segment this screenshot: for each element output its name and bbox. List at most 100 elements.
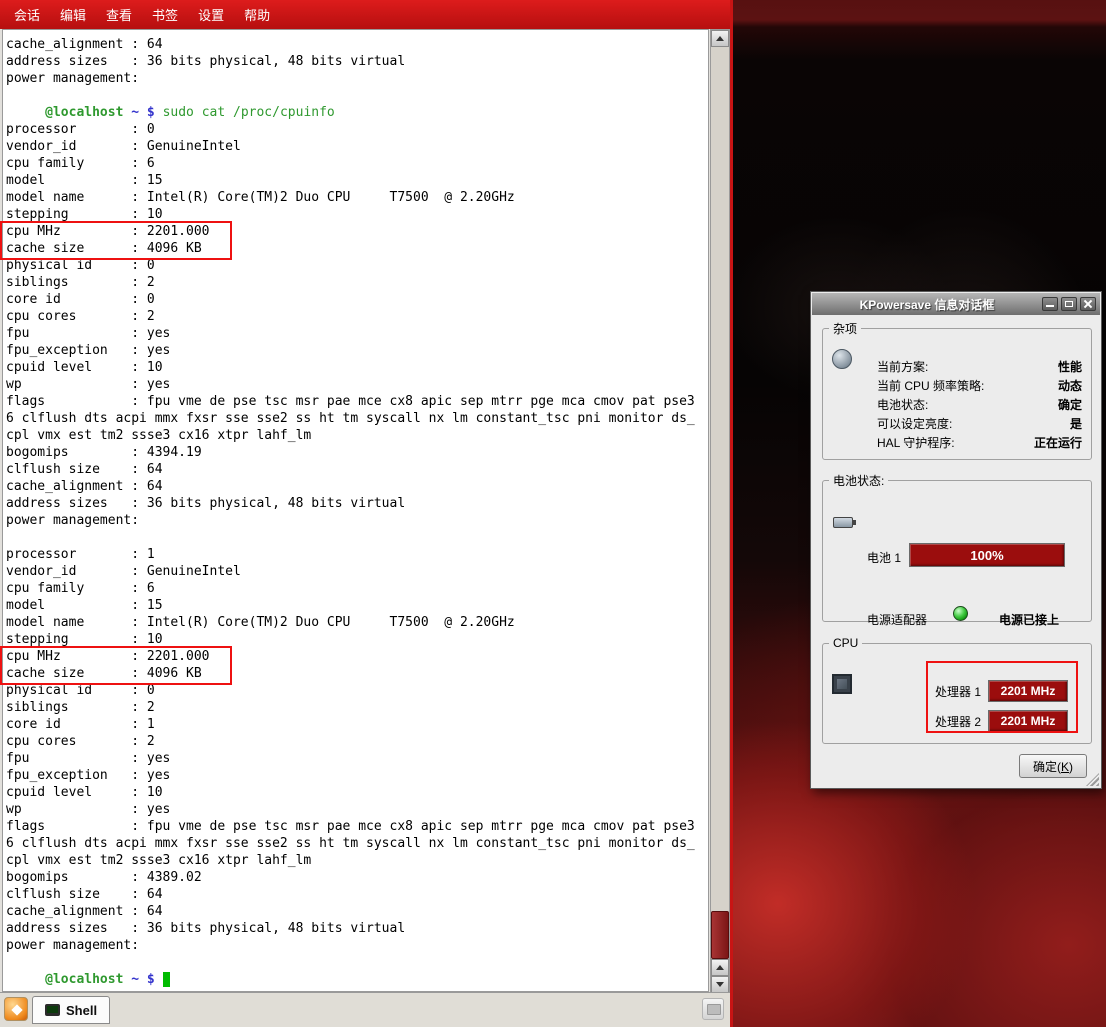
terminal-line: stepping : 10 [6,206,695,223]
new-session-button[interactable] [4,997,28,1021]
terminal-line: clflush size : 64 [6,886,695,903]
arrow-down-icon [716,982,724,987]
kpowersave-dialog: KPowersave 信息对话框 杂项 当前方案:性能当前 CPU 频率策略:动… [810,291,1102,789]
terminal-line: core id : 1 [6,716,695,733]
terminal-line: cache_alignment : 64 [6,903,695,920]
cpu-row: 处理器 22201 MHz [935,710,1068,732]
info-row: 当前方案:性能 [877,357,1082,376]
cpu-group: CPU 处理器 12201 MHz处理器 22201 MHz [822,636,1092,744]
terminal-line: model name : Intel(R) Core(TM)2 Duo CPU … [6,189,695,206]
terminal-line: core id : 0 [6,291,695,308]
terminal-line: stepping : 10 [6,631,695,648]
close-icon[interactable] [1080,297,1096,311]
terminal-line [6,954,695,971]
terminal-line: address sizes : 36 bits physical, 48 bit… [6,920,695,937]
battery-label: 电池 1 [867,549,901,566]
menu-item[interactable]: 编辑 [50,0,96,29]
terminal-line: wp : yes [6,376,695,393]
ok-label-end: ) [1069,760,1073,774]
terminal-line: wp : yes [6,801,695,818]
scroll-up-button[interactable] [711,30,729,47]
terminal-line: siblings : 2 [6,274,695,291]
cpu-icon [832,674,852,694]
scrollbar-thumb[interactable] [711,911,729,959]
maximize-icon[interactable] [1061,297,1077,311]
info-row: 电池状态:确定 [877,395,1082,414]
terminal-line: model : 15 [6,172,695,189]
session-list-button[interactable] [702,998,724,1020]
ac-adapter-label: 电源适配器 [867,611,927,628]
tab-shell[interactable]: Shell [32,996,110,1024]
info-row: 当前 CPU 频率策略:动态 [877,376,1082,395]
terminal-line: cpuid level : 10 [6,359,695,376]
battery-group-legend: 电池状态: [829,472,888,489]
terminal-line: cpu family : 6 [6,155,695,172]
terminal-line: bogomips : 4389.02 [6,869,695,886]
terminal-icon [45,1004,60,1016]
terminal-line: 6 clflush dts acpi mmx fxsr sse sse2 ss … [6,410,695,427]
misc-group: 杂项 当前方案:性能当前 CPU 频率策略:动态电池状态:确定可以设定亮度:是H… [822,320,1092,460]
ok-button[interactable]: 确定(K) [1019,754,1087,778]
terminal-line: vendor_id : GenuineIntel [6,563,695,580]
terminal-line: cache_alignment : 64 [6,36,695,53]
screen: 会话编辑查看书签设置帮助 cache_alignment : 64address… [0,0,1106,1027]
cpu-frequency-bar: 2201 MHz [988,710,1068,732]
resize-grip[interactable] [1086,773,1099,786]
terminal-line: model : 15 [6,597,695,614]
terminal-line: power management: [6,937,695,954]
terminal-line: cpu MHz : 2201.000 [6,223,695,240]
ok-label: 确定( [1033,760,1061,774]
scroll-up-button-bottom[interactable] [711,959,729,976]
terminal-line: cache size : 4096 KB [6,240,695,257]
battery-percent: 100% [970,548,1003,563]
dialog-titlebar[interactable]: KPowersave 信息对话框 [812,293,1100,315]
terminal-view[interactable]: cache_alignment : 64address sizes : 36 b… [2,29,709,992]
ac-adapter-status: 电源已接上 [999,611,1059,628]
terminal-line: fpu_exception : yes [6,767,695,784]
arrow-up-icon [716,36,724,41]
info-row: HAL 守护程序:正在运行 [877,433,1082,452]
terminal-line: processor : 1 [6,546,695,563]
minimize-icon[interactable] [1042,297,1058,311]
terminal-line: fpu : yes [6,750,695,767]
terminal-line: address sizes : 36 bits physical, 48 bit… [6,53,695,70]
terminal-line: cpu MHz : 2201.000 [6,648,695,665]
terminal-line: cache_alignment : 64 [6,478,695,495]
terminal-line: flags : fpu vme de pse tsc msr pae mce c… [6,818,695,835]
window-buttons [1042,297,1096,311]
terminal-line: vendor_id : GenuineIntel [6,138,695,155]
battery-icon [833,517,853,528]
menu-item[interactable]: 查看 [96,0,142,29]
terminal-line: @localhost ~ $ sudo cat /proc/cpuinfo [6,104,695,121]
terminal-line: cpu cores : 2 [6,308,695,325]
terminal-line: siblings : 2 [6,699,695,716]
battery-group: 电池状态: 电池 1 100% 电源适配器 电源已接上 [822,472,1092,622]
terminal-line: cpuid level : 10 [6,784,695,801]
menu-item[interactable]: 书签 [142,0,188,29]
cpu-row: 处理器 12201 MHz [935,680,1068,702]
battery-level-bar: 100% [909,543,1065,567]
terminal-output: cache_alignment : 64address sizes : 36 b… [6,36,695,988]
menu-item[interactable]: 设置 [188,0,234,29]
cpu-frequency-bar: 2201 MHz [988,680,1068,702]
terminal-line [6,87,695,104]
terminal-line: power management: [6,512,695,529]
menu-item[interactable]: 帮助 [234,0,280,29]
misc-rows: 当前方案:性能当前 CPU 频率策略:动态电池状态:确定可以设定亮度:是HAL … [877,357,1082,452]
terminal-line: cpu family : 6 [6,580,695,597]
terminal-window: 会话编辑查看书签设置帮助 cache_alignment : 64address… [0,0,733,1027]
terminal-line: cpl vmx est tm2 ssse3 cx16 xtpr lahf_lm [6,852,695,869]
menu-item[interactable]: 会话 [4,0,50,29]
terminal-line: bogomips : 4394.19 [6,444,695,461]
terminal-line: processor : 0 [6,121,695,138]
terminal-line: physical id : 0 [6,257,695,274]
ok-accel: K [1061,760,1069,774]
terminal-line: cache size : 4096 KB [6,665,695,682]
arrow-up-icon [716,965,724,970]
terminal-line: fpu : yes [6,325,695,342]
tab-label: Shell [66,1003,97,1018]
terminal-scrollbar[interactable] [710,29,730,992]
terminal-line: model name : Intel(R) Core(TM)2 Duo CPU … [6,614,695,631]
scroll-down-button[interactable] [711,976,729,993]
terminal-tabbar: Shell [0,992,730,1027]
